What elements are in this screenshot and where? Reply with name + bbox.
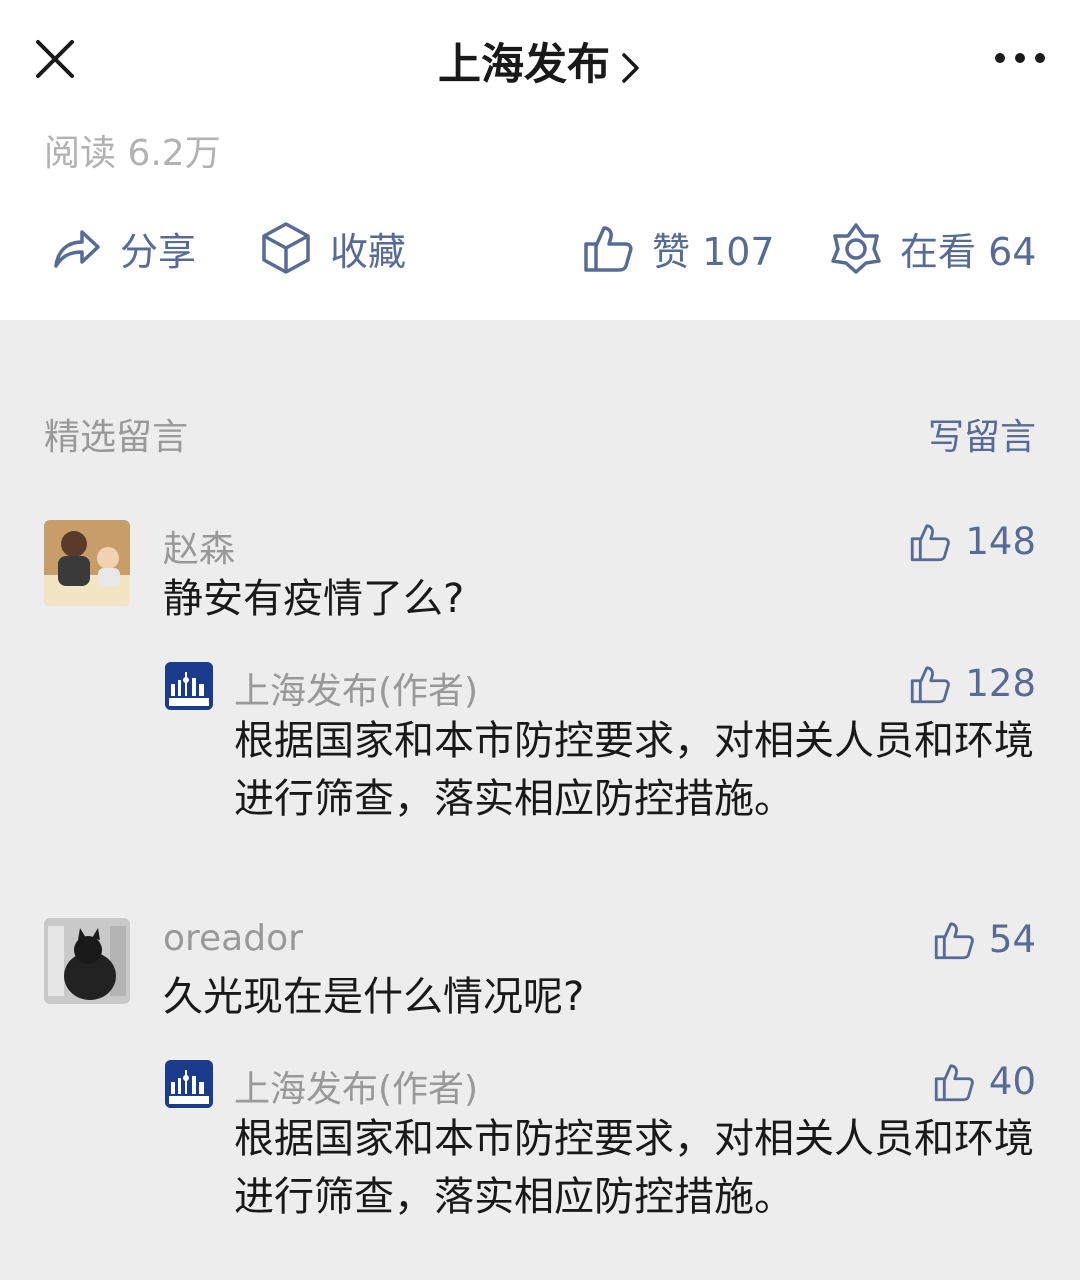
comment-like-button[interactable]: 148 <box>909 520 1036 563</box>
like-label: 赞 107 <box>652 229 775 274</box>
watching-label: 在看 64 <box>900 229 1037 274</box>
avatar-photo <box>44 520 130 606</box>
favorite-label: 收藏 <box>330 229 407 274</box>
reply-like-count: 128 <box>965 662 1036 705</box>
thumbs-up-icon <box>911 665 951 703</box>
reply-like-count: 40 <box>988 1060 1036 1103</box>
comment-author: 赵森 <box>163 529 236 570</box>
author-avatar <box>165 662 213 710</box>
comment-text: 静安有疫情了么? <box>163 576 465 622</box>
cube-icon <box>262 222 310 274</box>
thumbs-up-icon <box>584 226 633 272</box>
share-icon <box>54 230 100 268</box>
reply-like-button[interactable]: 40 <box>933 1060 1036 1103</box>
like-button[interactable]: 赞 107 <box>582 212 775 284</box>
thumbs-up-icon <box>934 1063 974 1101</box>
shanghai-logo-icon <box>165 662 213 710</box>
share-label: 分享 <box>120 229 197 274</box>
account-name[interactable]: 上海发布 <box>438 40 610 90</box>
thumbs-up-icon <box>934 921 974 959</box>
comment-text: 久光现在是什么情况呢? <box>163 974 585 1020</box>
star-icon <box>831 223 881 274</box>
comment-like-button[interactable]: 54 <box>933 918 1036 961</box>
comment-author: oreador <box>163 918 303 959</box>
comments-title: 精选留言 <box>44 417 189 458</box>
comments-header: 精选留言 写留言 <box>44 408 1036 460</box>
avatar-photo <box>44 918 130 1004</box>
reply-text: 根据国家和本市防控要求，对相关人员和环境进行筛查，落实相应防控措施。 <box>234 718 1034 822</box>
reply-author: 上海发布(作者) <box>234 1069 479 1110</box>
more-icon[interactable] <box>990 38 1050 78</box>
share-button[interactable]: 分享 <box>50 212 196 284</box>
action-bar: 分享 收藏 赞 107 在看 64 <box>0 212 1080 284</box>
write-comment-button[interactable]: 写留言 <box>928 408 1036 460</box>
comment-like-count: 148 <box>965 520 1036 563</box>
favorite-button[interactable]: 收藏 <box>260 212 406 284</box>
comment-like-count: 54 <box>988 918 1036 961</box>
chevron-right-icon[interactable] <box>620 51 642 85</box>
account-title: 上海发布 <box>0 30 1080 92</box>
thumbs-up-icon <box>911 523 951 561</box>
reply-like-button[interactable]: 128 <box>909 662 1036 705</box>
avatar[interactable] <box>44 918 130 1004</box>
article-footer: 上海发布 阅读 6.2万 分享 收藏 赞 107 在看 64 <box>0 0 1080 320</box>
watching-button[interactable]: 在看 64 <box>830 212 1036 284</box>
read-count: 阅读 6.2万 <box>44 133 221 174</box>
reply-text: 根据国家和本市防控要求，对相关人员和环境进行筛查，落实相应防控措施。 <box>234 1116 1034 1220</box>
reply-author: 上海发布(作者) <box>234 671 479 712</box>
avatar[interactable] <box>44 520 130 606</box>
shanghai-logo-icon <box>165 1060 213 1108</box>
author-avatar <box>165 1060 213 1108</box>
